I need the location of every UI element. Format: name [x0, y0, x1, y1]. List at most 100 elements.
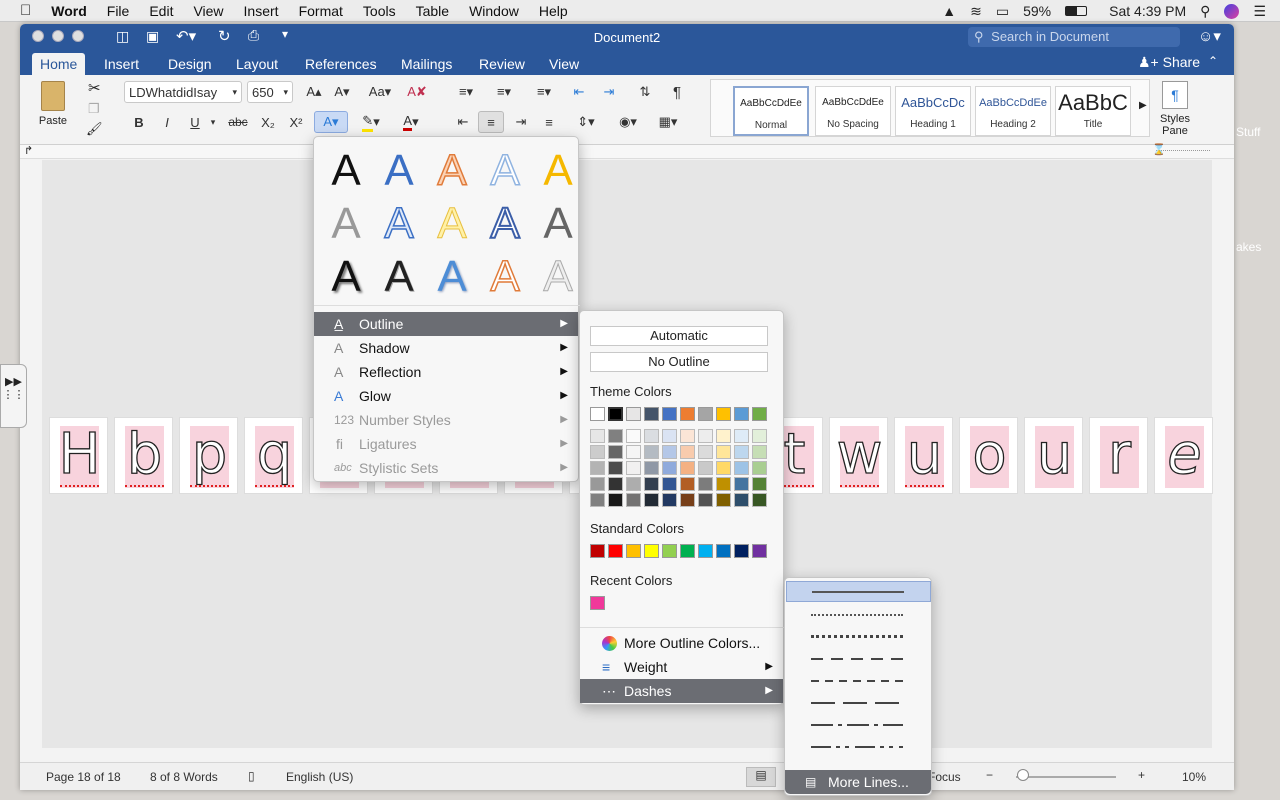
decrease-font-size-icon[interactable]: A▾	[329, 81, 355, 103]
collapse-ribbon-icon[interactable]: ⌃	[1208, 54, 1218, 68]
letter-card[interactable]: p	[179, 417, 238, 494]
text-effect-preset-12[interactable]: A	[373, 251, 425, 303]
theme-color-shade-swatch[interactable]	[680, 429, 695, 443]
reflection-menu-item[interactable]: A Reflection ▶	[314, 360, 578, 384]
style-title[interactable]: AaBbC Title	[1055, 86, 1131, 136]
theme-color-shade-swatch[interactable]	[680, 493, 695, 507]
bullets-icon[interactable]: ≡▾	[448, 81, 484, 103]
menubar-app-name[interactable]: Word	[51, 3, 87, 19]
menubar-window[interactable]: Window	[469, 3, 519, 19]
theme-color-shade-swatch[interactable]	[608, 429, 623, 443]
align-center-icon[interactable]: ≡	[478, 111, 504, 133]
word-count[interactable]: 8 of 8 Words	[150, 770, 218, 784]
dash-square-dot-option[interactable]	[785, 626, 933, 648]
standard-color-swatch[interactable]	[626, 544, 641, 558]
letter-card[interactable]: w	[829, 417, 888, 494]
letter-card[interactable]: r	[1089, 417, 1148, 494]
text-effect-preset-10[interactable]: A	[532, 198, 584, 250]
theme-color-shade-swatch[interactable]	[698, 429, 713, 443]
theme-color-shade-swatch[interactable]	[590, 445, 605, 459]
theme-color-swatch[interactable]	[680, 407, 695, 421]
superscript-button[interactable]: X²	[284, 111, 308, 133]
format-painter-icon[interactable]: 🖌	[86, 121, 103, 137]
tab-review[interactable]: Review	[471, 53, 533, 75]
highlight-color-icon[interactable]: ✎ ▾	[354, 111, 388, 133]
align-right-icon[interactable]: ⇥	[508, 111, 534, 133]
theme-color-swatch[interactable]	[662, 407, 677, 421]
weight-menu-item[interactable]: ≡ Weight ▶	[580, 655, 783, 679]
theme-color-shade-swatch[interactable]	[590, 461, 605, 475]
line-spacing-icon[interactable]: ⇕▾	[568, 111, 604, 133]
number-styles-menu-item[interactable]: 123 Number Styles ▶	[314, 408, 578, 432]
dashes-menu-item[interactable]: ⋯ Dashes ▶	[580, 679, 783, 703]
style-normal[interactable]: AaBbCcDdEe Normal	[733, 86, 809, 136]
menubar-insert[interactable]: Insert	[244, 3, 279, 19]
theme-color-shade-swatch[interactable]	[680, 445, 695, 459]
letter-card[interactable]: b	[114, 417, 173, 494]
menubar-edit[interactable]: Edit	[149, 3, 173, 19]
theme-color-shade-swatch[interactable]	[752, 429, 767, 443]
theme-color-shade-swatch[interactable]	[644, 493, 659, 507]
numbering-icon[interactable]: ≡▾	[486, 81, 522, 103]
theme-color-shade-swatch[interactable]	[680, 477, 695, 491]
increase-font-size-icon[interactable]: A▴	[301, 81, 327, 103]
italic-button[interactable]: I	[156, 111, 178, 133]
styles-pane-button[interactable]: ¶ Styles Pane	[1154, 81, 1196, 137]
paste-button[interactable]: Paste	[30, 81, 76, 127]
theme-color-shade-swatch[interactable]	[608, 493, 623, 507]
theme-color-shade-swatch[interactable]	[662, 445, 677, 459]
siri-icon[interactable]	[1224, 3, 1240, 19]
theme-color-shade-swatch[interactable]	[662, 477, 677, 491]
no-outline-button[interactable]: No Outline	[590, 352, 768, 372]
theme-color-shade-swatch[interactable]	[752, 493, 767, 507]
theme-color-shade-swatch[interactable]	[734, 477, 749, 491]
menubar-file[interactable]: File	[107, 3, 130, 19]
battery-icon[interactable]	[1065, 6, 1088, 16]
theme-color-shade-swatch[interactable]	[626, 461, 641, 475]
letter-card[interactable]: e	[1154, 417, 1213, 494]
standard-color-swatch[interactable]	[752, 544, 767, 558]
underline-button[interactable]: U	[184, 111, 206, 133]
text-effect-preset-9[interactable]: A	[479, 198, 531, 250]
shading-icon[interactable]: ◉▾	[610, 111, 646, 133]
zoom-in-icon[interactable]: +	[1138, 768, 1145, 782]
standard-color-swatch[interactable]	[680, 544, 695, 558]
theme-color-shade-swatch[interactable]	[680, 461, 695, 475]
theme-color-shade-swatch[interactable]	[698, 477, 713, 491]
more-lines-item[interactable]: ▤ More Lines...	[785, 770, 931, 794]
decrease-indent-icon[interactable]: ⇤	[566, 81, 592, 103]
standard-color-swatch[interactable]	[716, 544, 731, 558]
menubar-tools[interactable]: Tools	[363, 3, 396, 19]
text-effect-preset-11[interactable]: A	[320, 251, 372, 303]
horizontal-ruler[interactable]: ↱ ⌛	[20, 144, 1234, 159]
theme-color-shade-swatch[interactable]	[716, 461, 731, 475]
standard-color-swatch[interactable]	[590, 544, 605, 558]
underline-dropdown-icon[interactable]: ▾	[208, 111, 218, 133]
text-effect-preset-14[interactable]: A	[479, 251, 531, 303]
theme-color-shade-swatch[interactable]	[644, 461, 659, 475]
theme-color-shade-swatch[interactable]	[734, 493, 749, 507]
standard-color-swatch[interactable]	[662, 544, 677, 558]
theme-color-shade-swatch[interactable]	[608, 477, 623, 491]
style-heading-2[interactable]: AaBbCcDdEe Heading 2	[975, 86, 1051, 136]
text-effect-preset-7[interactable]: A	[373, 198, 425, 250]
style-no-spacing[interactable]: AaBbCcDdEe No Spacing	[815, 86, 891, 136]
justify-icon[interactable]: ≡	[536, 111, 562, 133]
theme-color-shade-swatch[interactable]	[716, 493, 731, 507]
theme-color-shade-swatch[interactable]	[716, 445, 731, 459]
font-color-icon[interactable]: A ▾	[394, 111, 428, 133]
tab-mailings[interactable]: Mailings	[393, 53, 460, 75]
tab-home[interactable]: Home	[32, 53, 86, 75]
spotlight-icon[interactable]: ⚲	[1200, 3, 1210, 20]
theme-color-shade-swatch[interactable]	[734, 445, 749, 459]
dash-long-dash-option[interactable]	[785, 692, 933, 714]
styles-scroll-right-icon[interactable]: ▶	[1139, 100, 1147, 111]
letter-card[interactable]: H	[49, 417, 108, 494]
theme-color-shade-swatch[interactable]	[644, 429, 659, 443]
dash-round-dot-option[interactable]	[785, 604, 933, 626]
sidebar-handle[interactable]: ▶▶ ⋮⋮	[0, 364, 27, 428]
print-layout-view-icon[interactable]: ▤	[746, 767, 776, 787]
battery-percent[interactable]: 59%	[1023, 3, 1051, 19]
menubar-view[interactable]: View	[193, 3, 223, 19]
font-name-select[interactable]: LDWhatdidIsay ▾	[124, 81, 242, 103]
